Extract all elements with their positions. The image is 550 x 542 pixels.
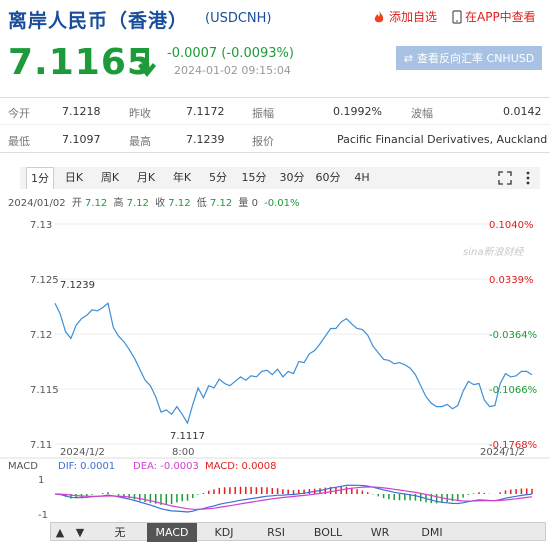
stat-value: 7.1172 (186, 105, 225, 118)
y-tick-label: 7.13 (30, 220, 52, 231)
tab-4h[interactable]: 4H (348, 167, 376, 189)
stat-value: 0.1992% (333, 105, 382, 118)
stat-label: 振幅 (252, 107, 274, 120)
symbol-code: (USDCNH) (205, 11, 272, 26)
y-tick-label: 7.11 (30, 440, 52, 451)
fullscreen-icon[interactable] (498, 171, 512, 185)
macd-value: MACD: 0.0008 (205, 461, 277, 472)
y-tick-label: 7.125 (30, 275, 59, 286)
phone-icon (452, 9, 462, 24)
add-favorite-button[interactable]: 添加自选 (372, 8, 437, 25)
x-tick-mid: 8:00 (172, 447, 194, 458)
scroll-left-button[interactable]: ▲ (51, 523, 69, 542)
min-value-label: 7.1117 (170, 431, 205, 442)
price-chart[interactable]: sina新浪财经 7.13 7.125 7.12 7.115 7.11 0.1040% 0… (0, 190, 550, 542)
indicator-dmi[interactable]: DMI (407, 523, 457, 542)
stats-panel: 今开 7.1218 昨收 7.1172 振幅 0.1992% 波幅 0.0142… (0, 97, 550, 153)
arrow-down-icon (138, 48, 156, 77)
stat-label: 昨收 (129, 107, 151, 120)
current-price: 7.1165 (8, 42, 153, 83)
macd-dif: DIF: 0.0001 (58, 461, 115, 472)
pct-tick-label: 0.1040% (489, 220, 534, 231)
pct-tick-label: -0.0364% (489, 330, 537, 341)
stat-label: 波幅 (411, 107, 433, 120)
macd-dea: DEA: -0.0003 (133, 461, 199, 472)
quote-timestamp: 2024-01-02 09:15:04 (174, 64, 291, 77)
price-change: -0.0007 (-0.0093%) (167, 46, 294, 61)
stat-value: 7.1218 (62, 105, 101, 118)
more-icon[interactable] (522, 171, 534, 185)
max-value-label: 7.1239 (60, 280, 95, 291)
tab-5min[interactable]: 5分 (204, 167, 232, 189)
swap-icon: ⇄ (403, 51, 414, 65)
view-in-app-button[interactable]: 在APP中查看 (452, 8, 536, 25)
add-favorite-label: 添加自选 (389, 10, 438, 24)
tab-monthly[interactable]: 月K (132, 167, 160, 189)
stat-value: 7.1097 (62, 133, 101, 146)
stats-row-1: 今开 7.1218 昨收 7.1172 振幅 0.1992% 波幅 0.0142 (0, 98, 550, 125)
pct-tick-label: 0.0339% (489, 275, 534, 286)
y-tick-label: 7.12 (30, 330, 52, 341)
macd-name: MACD (8, 461, 38, 472)
stat-label: 最高 (129, 135, 151, 148)
tab-30min[interactable]: 30分 (276, 167, 308, 189)
stat-label: 最低 (8, 135, 30, 148)
tab-15min[interactable]: 15分 (238, 167, 270, 189)
stat-label: 报价 (252, 135, 274, 148)
fire-icon (374, 10, 384, 22)
stat-value: 0.0142 (503, 105, 542, 118)
price-series-line (54, 302, 533, 425)
y-tick-label: 7.115 (30, 385, 59, 396)
macd-tick-top: 1 (38, 475, 44, 486)
tab-weekly[interactable]: 周K (96, 167, 124, 189)
dif-line (54, 484, 533, 513)
x-tick-start: 2024/1/2 (60, 447, 105, 458)
indicator-kdj[interactable]: KDJ (199, 523, 249, 542)
page-title: 离岸人民币（香港） (8, 10, 189, 32)
indicator-wr[interactable]: WR (355, 523, 405, 542)
period-tab-bar: 1分 日K 周K 月K 年K 5分 15分 30分 60分 4H (20, 167, 540, 189)
stats-row-2: 最低 7.1097 最高 7.1239 报价 Pacific Financial… (0, 126, 550, 153)
indicator-none[interactable]: 无 (97, 523, 143, 542)
tab-1min[interactable]: 1分 (26, 167, 54, 189)
scroll-right-button[interactable]: ▼ (71, 523, 89, 542)
reverse-rate-label: 查看反向汇率 CNHUSD (417, 52, 535, 65)
tab-yearly[interactable]: 年K (168, 167, 196, 189)
reverse-rate-button[interactable]: ⇄ 查看反向汇率 CNHUSD (396, 46, 542, 70)
stat-value: Pacific Financial Derivatives, Auckland (337, 133, 548, 146)
macd-tick-bottom: -1 (38, 510, 48, 521)
watermark: sina新浪财经 (463, 246, 524, 258)
indicator-tab-bar: ▲ ▼ 无 MACD KDJ RSI BOLL WR DMI (50, 522, 546, 542)
indicator-boll[interactable]: BOLL (303, 523, 353, 542)
indicator-macd[interactable]: MACD (147, 523, 197, 542)
stat-value: 7.1239 (186, 133, 225, 146)
stat-label: 今开 (8, 107, 30, 120)
x-tick-end: 2024/1/2 (480, 447, 525, 458)
tab-60min[interactable]: 60分 (312, 167, 344, 189)
indicator-rsi[interactable]: RSI (251, 523, 301, 542)
view-in-app-label: 在APP中查看 (465, 10, 536, 24)
pct-tick-label: -0.1066% (489, 385, 537, 396)
tab-daily[interactable]: 日K (60, 167, 88, 189)
